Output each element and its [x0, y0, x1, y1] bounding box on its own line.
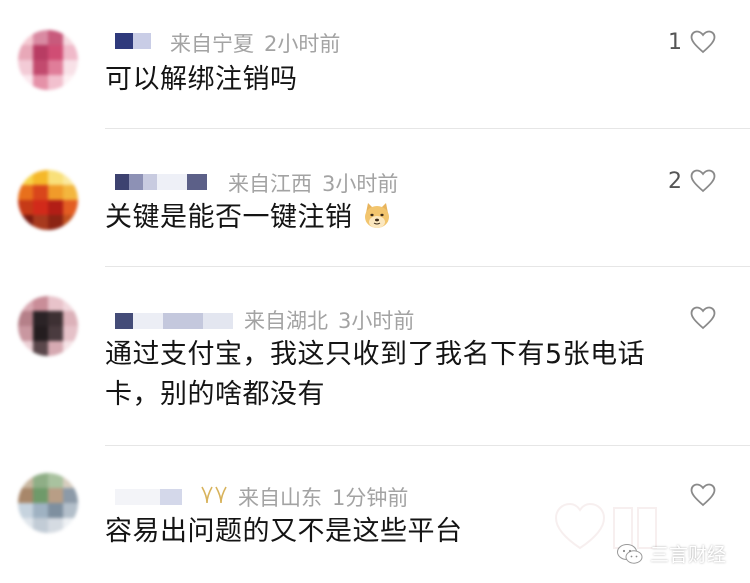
like-button[interactable] — [682, 482, 716, 508]
divider — [105, 128, 750, 129]
username-redacted[interactable] — [115, 33, 151, 49]
comment-meta: 来自湖北 3小时前 — [244, 305, 414, 335]
comment-time: 3小时前 — [338, 309, 415, 333]
comment-meta: 来自江西 3小时前 — [228, 168, 398, 198]
like-count: 2 — [668, 168, 682, 194]
comment-text: 关键是能否一键注销 — [105, 202, 353, 233]
comment-text-row: 关键是能否一键注销 — [105, 198, 695, 238]
like-button[interactable]: 2 — [668, 168, 716, 194]
comment-meta: 来自宁夏 2小时前 — [170, 28, 340, 58]
wechat-icon — [616, 543, 643, 564]
comment-meta: 来自山东 1分钟前 — [238, 482, 408, 512]
username-redacted[interactable] — [115, 313, 233, 329]
heart-icon — [690, 483, 716, 507]
comment-time: 3小时前 — [322, 172, 399, 196]
avatar[interactable] — [18, 170, 78, 230]
comment-text: 通过支付宝，我这只收到了我名下有5张电话卡，别的啥都没有 — [105, 339, 646, 410]
avatar[interactable] — [18, 473, 78, 533]
divider — [105, 445, 750, 446]
watermark-text: 三言财经 — [649, 544, 726, 566]
heart-icon — [690, 169, 716, 193]
comment-text: 可以解绑注销吗 — [105, 64, 298, 95]
like-button[interactable] — [682, 305, 716, 331]
heart-icon — [690, 30, 716, 54]
avatar[interactable] — [18, 30, 78, 90]
badge-icon — [201, 486, 227, 504]
username-redacted[interactable] — [115, 489, 182, 505]
comment-location: 来自山东 — [238, 486, 322, 510]
source-watermark: 三言财经 — [616, 540, 726, 567]
username-redacted[interactable] — [115, 174, 207, 190]
doge-emoji — [364, 203, 389, 228]
comment-location: 来自宁夏 — [170, 32, 254, 56]
comment-time: 2小时前 — [264, 32, 341, 56]
like-button[interactable]: 1 — [668, 29, 716, 55]
comment-time: 1分钟前 — [332, 486, 409, 510]
heart-icon — [690, 306, 716, 330]
like-count: 1 — [668, 29, 682, 55]
comment-location: 来自江西 — [228, 172, 312, 196]
comment-location: 来自湖北 — [244, 309, 328, 333]
divider — [105, 266, 750, 267]
avatar[interactable] — [18, 296, 78, 356]
